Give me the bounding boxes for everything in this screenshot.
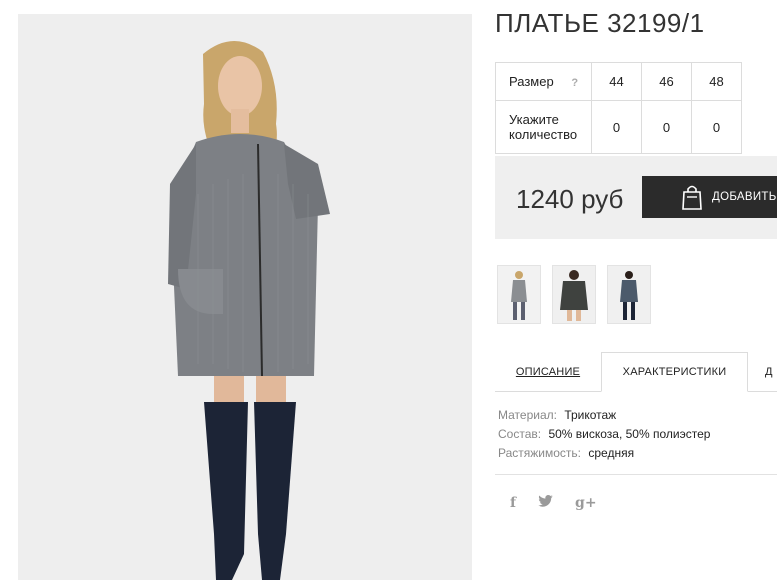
quantity-field-46[interactable]: 0 xyxy=(641,100,692,154)
price: 1240 руб xyxy=(516,184,624,214)
shopping-bag-icon xyxy=(680,184,704,210)
facebook-icon[interactable]: f xyxy=(510,495,516,511)
twitter-icon[interactable] xyxy=(538,495,553,511)
size-44: 44 xyxy=(591,62,642,101)
quantity-label: Укажите количество xyxy=(495,100,592,154)
quantity-field-48[interactable]: 0 xyxy=(691,100,742,154)
tab-characteristics[interactable]: ХАРАКТЕРИСТИКИ xyxy=(601,352,748,392)
quantity-field-44[interactable]: 0 xyxy=(591,100,642,154)
spec-key: Состав: xyxy=(498,427,542,441)
google-plus-icon[interactable]: g+ xyxy=(575,495,597,511)
product-title: ПЛАТЬЕ 32199/1 xyxy=(495,8,705,38)
buy-box: 1240 руб ДОБАВИТЬ xyxy=(495,156,777,239)
size-table: Размер ? 44 46 48 Укажите количество 0 0… xyxy=(495,62,742,154)
spec-value: 50% вискоза, 50% полиэстер xyxy=(548,427,711,441)
spec-key: Материал: xyxy=(498,408,557,422)
social-share: f g+ xyxy=(510,495,597,511)
size-label-cell: Размер ? xyxy=(495,62,592,101)
size-48: 48 xyxy=(691,62,742,101)
quantity-value-44[interactable]: 0 xyxy=(597,120,637,135)
spec-value: Трикотаж xyxy=(564,408,617,422)
thumbnail-2[interactable] xyxy=(552,265,596,324)
thumbnail-1[interactable] xyxy=(497,265,541,324)
add-to-cart-button[interactable]: ДОБАВИТЬ xyxy=(642,176,777,218)
spec-row: Растяжимость: средняя xyxy=(498,444,710,463)
spec-row: Материал: Трикотаж xyxy=(498,406,710,425)
spec-row: Состав: 50% вискоза, 50% полиэстер xyxy=(498,425,710,444)
product-tabs: ОПИСАНИЕ ХАРАКТЕРИСТИКИ Д xyxy=(495,352,777,392)
spec-value: средняя xyxy=(588,446,635,460)
quantity-value-48[interactable]: 0 xyxy=(697,120,737,135)
size-label: Размер xyxy=(509,74,554,89)
size-help-icon[interactable]: ? xyxy=(571,77,578,89)
tab-description[interactable]: ОПИСАНИЕ xyxy=(495,352,601,391)
add-to-cart-label: ДОБАВИТЬ xyxy=(712,191,777,203)
thumbnail-3[interactable] xyxy=(607,265,651,324)
main-product-image[interactable] xyxy=(18,14,472,580)
characteristics-list: Материал: Трикотаж Состав: 50% вискоза, … xyxy=(498,406,710,463)
quantity-value-46[interactable]: 0 xyxy=(647,120,687,135)
divider xyxy=(495,474,777,475)
size-46: 46 xyxy=(641,62,692,101)
tab-delivery[interactable]: Д xyxy=(765,352,777,391)
spec-key: Растяжимость: xyxy=(498,446,582,460)
thumbnail-strip xyxy=(497,265,651,324)
